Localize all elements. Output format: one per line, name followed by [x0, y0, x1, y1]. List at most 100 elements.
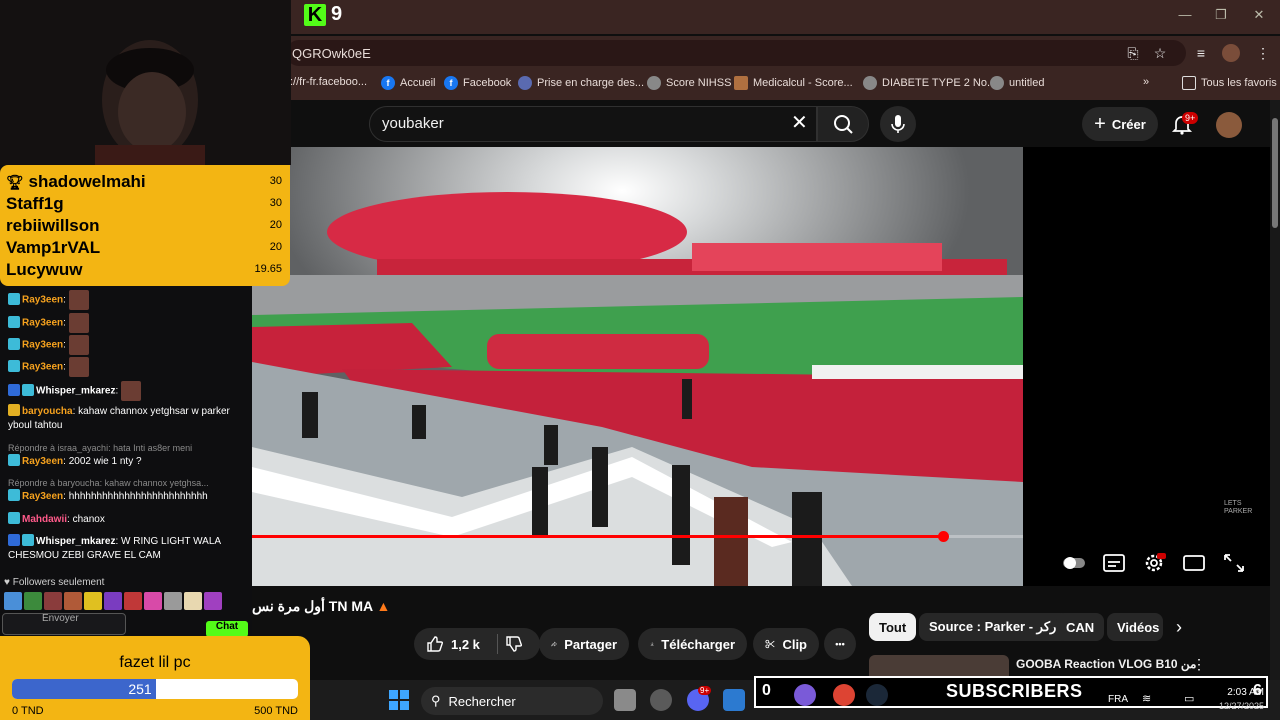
- scrollbar-thumb[interactable]: [1272, 118, 1278, 228]
- bookmark-item[interactable]: Score NIHSS: [647, 76, 731, 90]
- steam-icon[interactable]: [866, 684, 888, 706]
- chips-next-icon[interactable]: ›: [1176, 617, 1182, 638]
- emote-icon[interactable]: [164, 592, 182, 610]
- battery-icon[interactable]: ▭: [1184, 692, 1194, 705]
- progress-scrubber[interactable]: [937, 531, 949, 542]
- install-app-icon[interactable]: ⎘: [1124, 44, 1142, 62]
- subscriber-badge-icon: [8, 292, 20, 305]
- download-label: Télécharger: [661, 636, 735, 652]
- bookmark-item[interactable]: Medicalcul - Score...: [734, 76, 853, 90]
- emote-icon: [68, 290, 89, 310]
- youtube-avatar[interactable]: [1216, 112, 1242, 138]
- chat-message: baryoucha: kahaw channox yetghsar w park…: [8, 404, 230, 431]
- crown-badge-icon: [8, 404, 20, 416]
- chat-username[interactable]: Ray3een: [22, 491, 63, 502]
- bookmark-item[interactable]: untitled: [990, 76, 1044, 90]
- chat-username[interactable]: Ray3een: [22, 340, 63, 351]
- url-field[interactable]: [286, 40, 1186, 66]
- chat-username[interactable]: baryoucha: [22, 406, 73, 417]
- video-player[interactable]: [252, 147, 1023, 586]
- clock-date[interactable]: 12/27/2025: [1210, 701, 1264, 711]
- thumbs-up-icon: [427, 636, 444, 652]
- emote-icon[interactable]: [144, 592, 162, 610]
- chip-videos[interactable]: Vidéos: [1107, 613, 1163, 641]
- app-icon[interactable]: [650, 689, 672, 711]
- emote-icon[interactable]: [44, 592, 62, 610]
- all-favorites[interactable]: Tous les favoris: [1182, 76, 1277, 90]
- bookmark-star-icon[interactable]: ☆: [1151, 44, 1169, 62]
- more-actions-button[interactable]: •••: [824, 628, 856, 660]
- bookmarks-overflow[interactable]: »: [1143, 76, 1149, 88]
- emote-icon[interactable]: [124, 592, 142, 610]
- chat-username[interactable]: Ray3een: [22, 456, 63, 467]
- theater-mode-icon[interactable]: [1182, 552, 1206, 574]
- chat-username[interactable]: Whisper_mkarez: [36, 386, 115, 397]
- subscribers-label: SUBSCRIBERS: [946, 681, 1083, 701]
- chat-text: chanox: [72, 514, 105, 525]
- search-icon: [834, 115, 853, 134]
- video-title: أول مرة نس TN MA ▲: [252, 598, 390, 615]
- settings-gear-icon[interactable]: [1142, 552, 1166, 574]
- task-view-icon[interactable]: [614, 689, 636, 711]
- tab-search-icon[interactable]: ≡: [1192, 44, 1210, 62]
- profile-avatar-icon[interactable]: [1222, 44, 1240, 62]
- input-language[interactable]: FRA: [1108, 694, 1128, 705]
- chat-username[interactable]: Mahdawii: [22, 514, 67, 525]
- emote-icon[interactable]: [4, 592, 22, 610]
- voice-search-button[interactable]: [880, 106, 916, 142]
- like-button[interactable]: 1,2 k: [414, 628, 540, 660]
- emote-icon[interactable]: [184, 592, 202, 610]
- subtitles-icon[interactable]: [1102, 552, 1126, 574]
- emote-icon[interactable]: [24, 592, 42, 610]
- kick-logo-icon: K: [304, 4, 326, 26]
- clip-label: Clip: [782, 636, 807, 652]
- progress-fill: [252, 535, 943, 538]
- create-button[interactable]: + Créer: [1082, 107, 1158, 141]
- browser-menu-icon[interactable]: ⋮: [1254, 44, 1272, 62]
- emote-icon[interactable]: [204, 592, 222, 610]
- emote-icon[interactable]: [64, 592, 82, 610]
- search-button[interactable]: [817, 106, 869, 142]
- fullscreen-icon[interactable]: [1222, 552, 1246, 574]
- recommendation-menu-icon[interactable]: ⋮: [1192, 656, 1206, 673]
- chat-reply-context[interactable]: Répondre à baryoucha: kahaw channox yetg…: [8, 476, 248, 490]
- page-icon: [518, 76, 532, 90]
- chip-source[interactable]: Source : Parker - باركر: [919, 613, 1074, 641]
- bookmark-label: Prise en charge des...: [537, 77, 645, 89]
- clip-button[interactable]: Clip: [753, 628, 819, 660]
- emote-icon[interactable]: [104, 592, 122, 610]
- wifi-icon[interactable]: ≋: [1142, 692, 1151, 705]
- close-window-icon[interactable]: ✕: [1252, 8, 1266, 22]
- chip-all[interactable]: Tout: [869, 613, 917, 641]
- chat-username[interactable]: Ray3een: [22, 318, 63, 329]
- chat-username[interactable]: Whisper_mkarez: [36, 536, 115, 547]
- windows-start-icon[interactable]: [389, 690, 409, 710]
- share-button[interactable]: Partager: [539, 628, 629, 660]
- minimize-icon[interactable]: —: [1178, 8, 1192, 22]
- taskbar-search[interactable]: ⚲ Rechercher: [421, 687, 603, 715]
- chip-label: Source : Parker - باركر: [929, 619, 1064, 634]
- bookmark-item[interactable]: Prise en charge des...: [518, 76, 644, 90]
- app-icon[interactable]: [723, 689, 745, 711]
- bookmark-label: ://fr-fr.faceboo...: [290, 76, 368, 88]
- chat-reply-context[interactable]: Répondre à israa_ayachi: hata Inti as8er…: [8, 441, 248, 455]
- emote-icon[interactable]: [84, 592, 102, 610]
- recommendation-title[interactable]: GOOBA Reaction VLOG B10 من: [1016, 657, 1196, 671]
- bookmark-item[interactable]: DIABETE TYPE 2 No...: [863, 76, 996, 90]
- clear-search-icon[interactable]: ✕: [791, 112, 808, 134]
- chip-can[interactable]: CAN: [1056, 613, 1105, 641]
- share-icon: [551, 641, 557, 647]
- chat-username[interactable]: Ray3een: [22, 362, 63, 373]
- autoplay-toggle-icon[interactable]: [1062, 552, 1086, 574]
- bookmark-label: Score NIHSS: [666, 77, 732, 89]
- restore-icon[interactable]: ❐: [1214, 8, 1228, 22]
- bookmark-item[interactable]: f Accueil: [381, 76, 435, 90]
- url-text: QGROwk0eE: [292, 46, 371, 61]
- chrome-icon[interactable]: [833, 684, 855, 706]
- chat-username[interactable]: Ray3een: [22, 295, 63, 306]
- app-icon[interactable]: [794, 684, 816, 706]
- bookmark-item[interactable]: ://fr-fr.faceboo...: [290, 76, 367, 88]
- bookmark-item[interactable]: f Facebook: [444, 76, 511, 90]
- chat-send-button[interactable]: Chat: [206, 621, 248, 637]
- download-button[interactable]: Télécharger: [638, 628, 747, 660]
